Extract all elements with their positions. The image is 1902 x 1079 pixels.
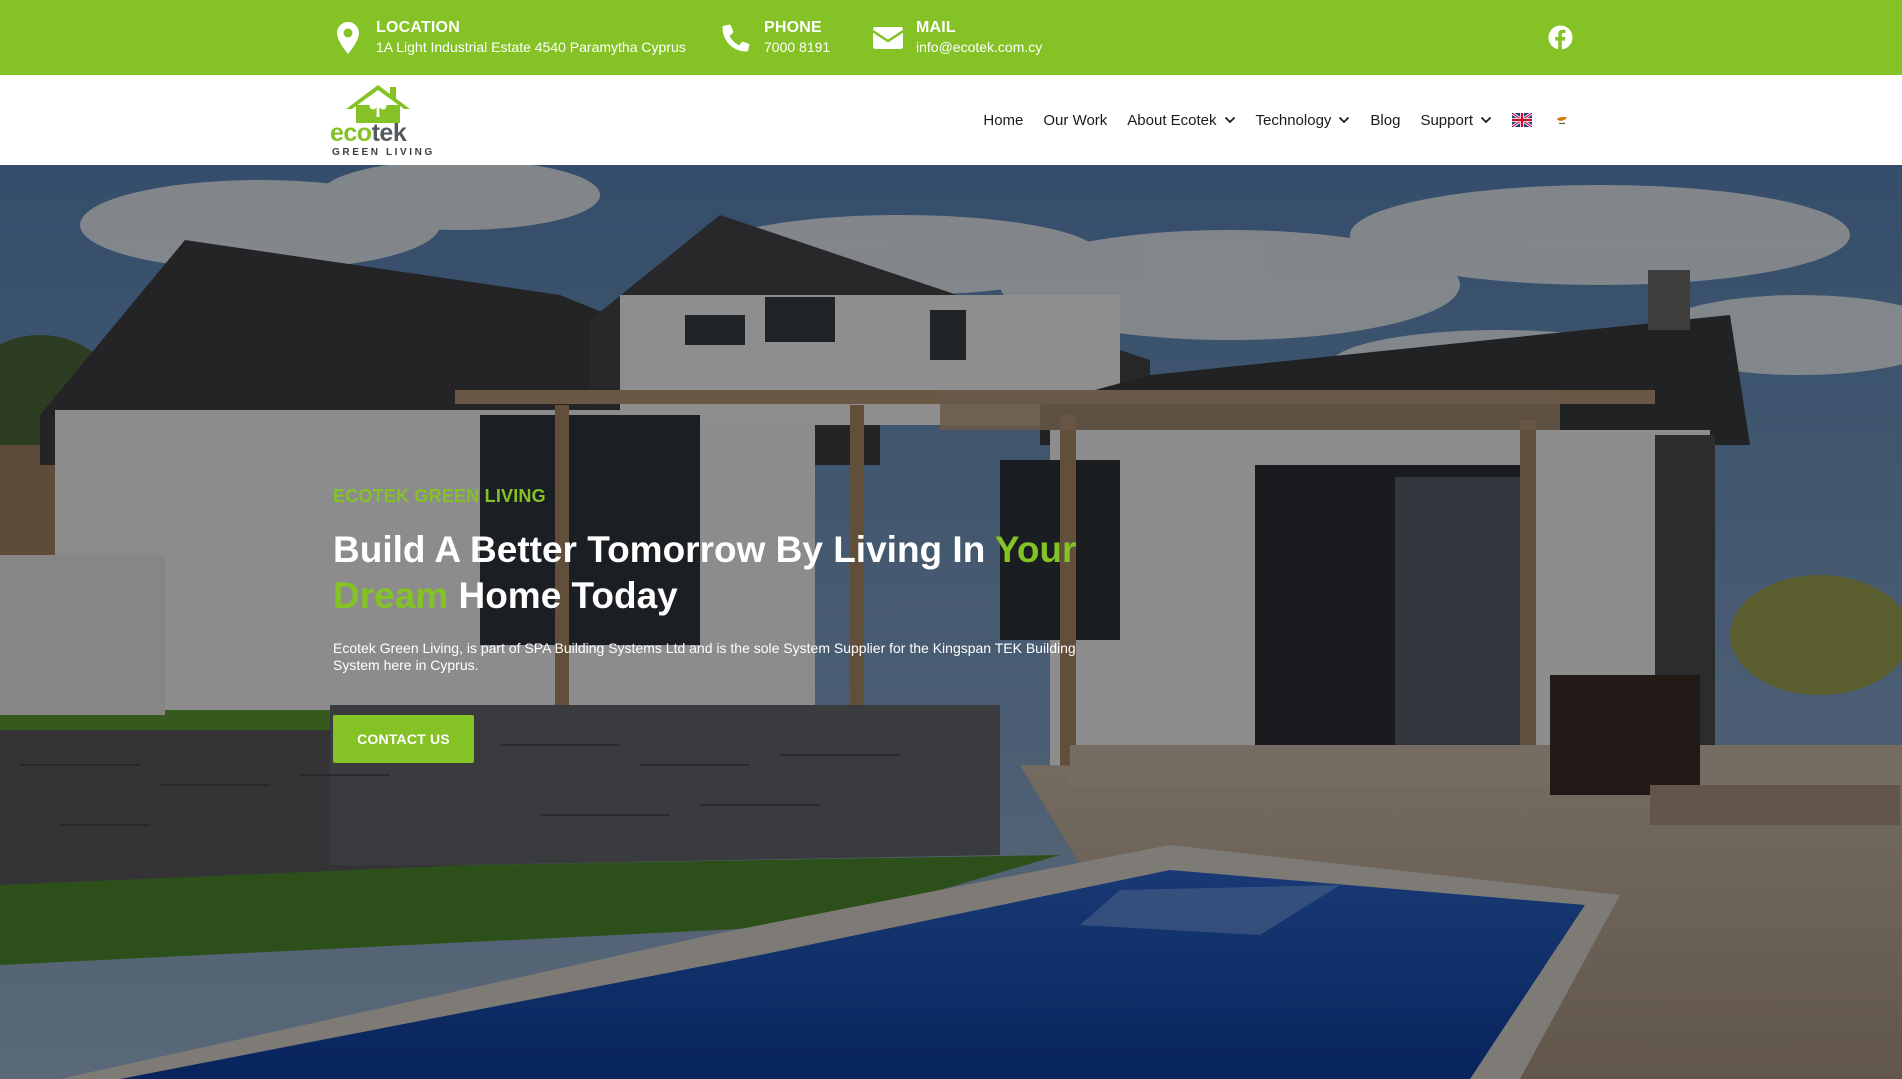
- nav-item-our-work[interactable]: Our Work: [1043, 112, 1107, 129]
- hero-eyebrow: ECOTEK GREEN LIVING: [333, 486, 546, 506]
- house-logo-icon: [346, 85, 410, 123]
- envelope-icon: [870, 18, 906, 58]
- nav-label: Blog: [1370, 111, 1401, 129]
- headline-part2: Home Today: [448, 575, 678, 616]
- logo-wordmark: ecotek: [330, 119, 407, 147]
- nav-label: Home: [983, 111, 1024, 129]
- hero-section: ECOTEK GREEN LIVING Build A Better Tomor…: [0, 165, 1902, 1079]
- nav-label: Our Work: [1043, 111, 1108, 129]
- main-nav: Home Our Work About Ecotek Technology Bl…: [963, 75, 1572, 165]
- nav-item-about-ecotek[interactable]: About Ecotek: [1127, 112, 1235, 129]
- phone-icon: [718, 18, 754, 58]
- logo-tagline: GREEN LIVING: [332, 147, 435, 158]
- nav-label: Technology: [1255, 111, 1332, 129]
- hero-house-image: [0, 165, 1902, 1079]
- nav-label: Support: [1420, 111, 1473, 129]
- location-value: 1A Light Industrial Estate 4540 Paramyth…: [376, 39, 686, 55]
- nav-item-technology[interactable]: Technology: [1256, 112, 1351, 129]
- map-pin-icon: [330, 18, 366, 58]
- logo-word-tek: tek: [371, 119, 407, 147]
- nav-label: About Ecotek: [1127, 111, 1217, 129]
- mail-value[interactable]: info@ecotek.com.cy: [916, 38, 1042, 56]
- main-header: ecotek GREEN LIVING Home Our Work About …: [0, 75, 1902, 165]
- phone-title: PHONE: [764, 19, 822, 36]
- mail-contact[interactable]: MAIL info@ecotek.com.cy: [870, 18, 1042, 58]
- ecotek-logo[interactable]: ecotek GREEN LIVING: [330, 83, 435, 158]
- headline-part1: Build A Better Tomorrow By Living In: [333, 529, 995, 570]
- facebook-icon[interactable]: [1548, 25, 1573, 50]
- nav-item-blog[interactable]: Blog: [1370, 112, 1400, 129]
- chevron-down-icon: [1339, 116, 1350, 124]
- chevron-down-icon: [1480, 116, 1492, 124]
- uk-flag-icon[interactable]: [1512, 113, 1532, 127]
- hero-description: Ecotek Green Living, is part of SPA Buil…: [333, 640, 1076, 673]
- location-title: LOCATION: [376, 19, 460, 36]
- phone-value[interactable]: 7000 8191: [764, 38, 830, 56]
- cyprus-flag-icon[interactable]: [1552, 113, 1572, 127]
- contact-us-button[interactable]: CONTACT US: [333, 715, 474, 763]
- chevron-down-icon: [1224, 116, 1235, 124]
- location-contact: LOCATION 1A Light Industrial Estate 4540…: [330, 18, 686, 58]
- nav-item-support[interactable]: Support: [1420, 112, 1492, 129]
- phone-contact[interactable]: PHONE 7000 8191: [718, 18, 830, 58]
- top-contact-bar: LOCATION 1A Light Industrial Estate 4540…: [0, 0, 1902, 75]
- nav-item-home[interactable]: Home: [983, 112, 1023, 129]
- mail-title: MAIL: [916, 19, 956, 36]
- hero-headline: Build A Better Tomorrow By Living In You…: [333, 527, 1093, 619]
- logo-word-eco: eco: [330, 119, 372, 147]
